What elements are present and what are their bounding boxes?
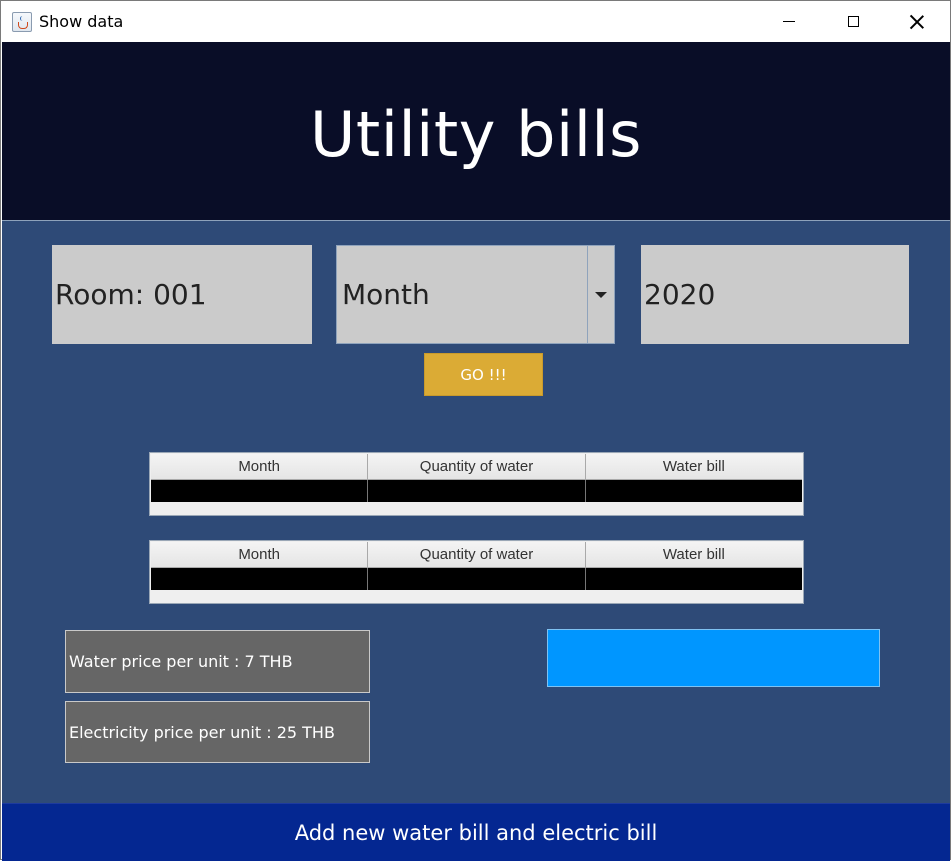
close-button[interactable] bbox=[885, 1, 949, 42]
water-table-2: Month Quantity of water Water bill bbox=[149, 540, 804, 604]
column-header-bill[interactable]: Water bill bbox=[585, 542, 802, 568]
header-banner: Utility bills bbox=[2, 42, 950, 221]
app-window: Show data Utility bills Room: 001 Month … bbox=[0, 0, 951, 861]
table-row[interactable] bbox=[151, 568, 802, 590]
close-icon bbox=[910, 15, 924, 29]
minimize-button[interactable] bbox=[757, 1, 821, 42]
water-table-1: Month Quantity of water Water bill bbox=[149, 452, 804, 516]
year-field[interactable]: 2020 bbox=[641, 245, 909, 344]
column-header-bill[interactable]: Water bill bbox=[585, 454, 802, 480]
water-price-text: Water price per unit : 7 THB bbox=[69, 652, 293, 671]
table-cell[interactable] bbox=[368, 480, 586, 502]
title-bar[interactable]: Show data bbox=[1, 1, 950, 42]
add-bill-button[interactable]: Add new water bill and electric bill bbox=[2, 803, 950, 861]
go-button[interactable]: GO !!! bbox=[424, 353, 543, 396]
electricity-price-label: Electricity price per unit : 25 THB bbox=[65, 701, 370, 763]
month-selected-value: Month bbox=[342, 278, 430, 311]
room-label-text: Room: 001 bbox=[55, 278, 207, 311]
column-header-quantity[interactable]: Quantity of water bbox=[368, 542, 586, 568]
table-cell[interactable] bbox=[585, 480, 802, 502]
column-header-month[interactable]: Month bbox=[151, 454, 369, 480]
month-dropdown-toggle[interactable] bbox=[587, 246, 614, 343]
month-dropdown[interactable]: Month bbox=[336, 245, 615, 344]
year-value: 2020 bbox=[644, 278, 716, 311]
java-cup-icon bbox=[12, 12, 32, 32]
minimize-icon bbox=[783, 20, 795, 23]
table-cell[interactable] bbox=[585, 568, 802, 590]
room-label: Room: 001 bbox=[52, 245, 312, 344]
window-title: Show data bbox=[39, 12, 124, 31]
table-cell[interactable] bbox=[368, 568, 586, 590]
water-price-label: Water price per unit : 7 THB bbox=[65, 630, 370, 693]
maximize-icon bbox=[847, 16, 859, 27]
electricity-price-text: Electricity price per unit : 25 THB bbox=[69, 722, 335, 742]
result-panel bbox=[547, 629, 880, 687]
column-header-month[interactable]: Month bbox=[151, 542, 369, 568]
chevron-down-icon bbox=[595, 291, 607, 298]
table-row[interactable] bbox=[151, 480, 802, 502]
page-title: Utility bills bbox=[310, 97, 642, 171]
table-header: Month Quantity of water Water bill bbox=[151, 542, 802, 568]
content-panel: Utility bills Room: 001 Month 2020 GO !!… bbox=[2, 42, 950, 861]
table-cell[interactable] bbox=[151, 480, 369, 502]
table-cell[interactable] bbox=[151, 568, 369, 590]
table-header: Month Quantity of water Water bill bbox=[151, 454, 802, 480]
column-header-quantity[interactable]: Quantity of water bbox=[368, 454, 586, 480]
maximize-button[interactable] bbox=[821, 1, 885, 42]
